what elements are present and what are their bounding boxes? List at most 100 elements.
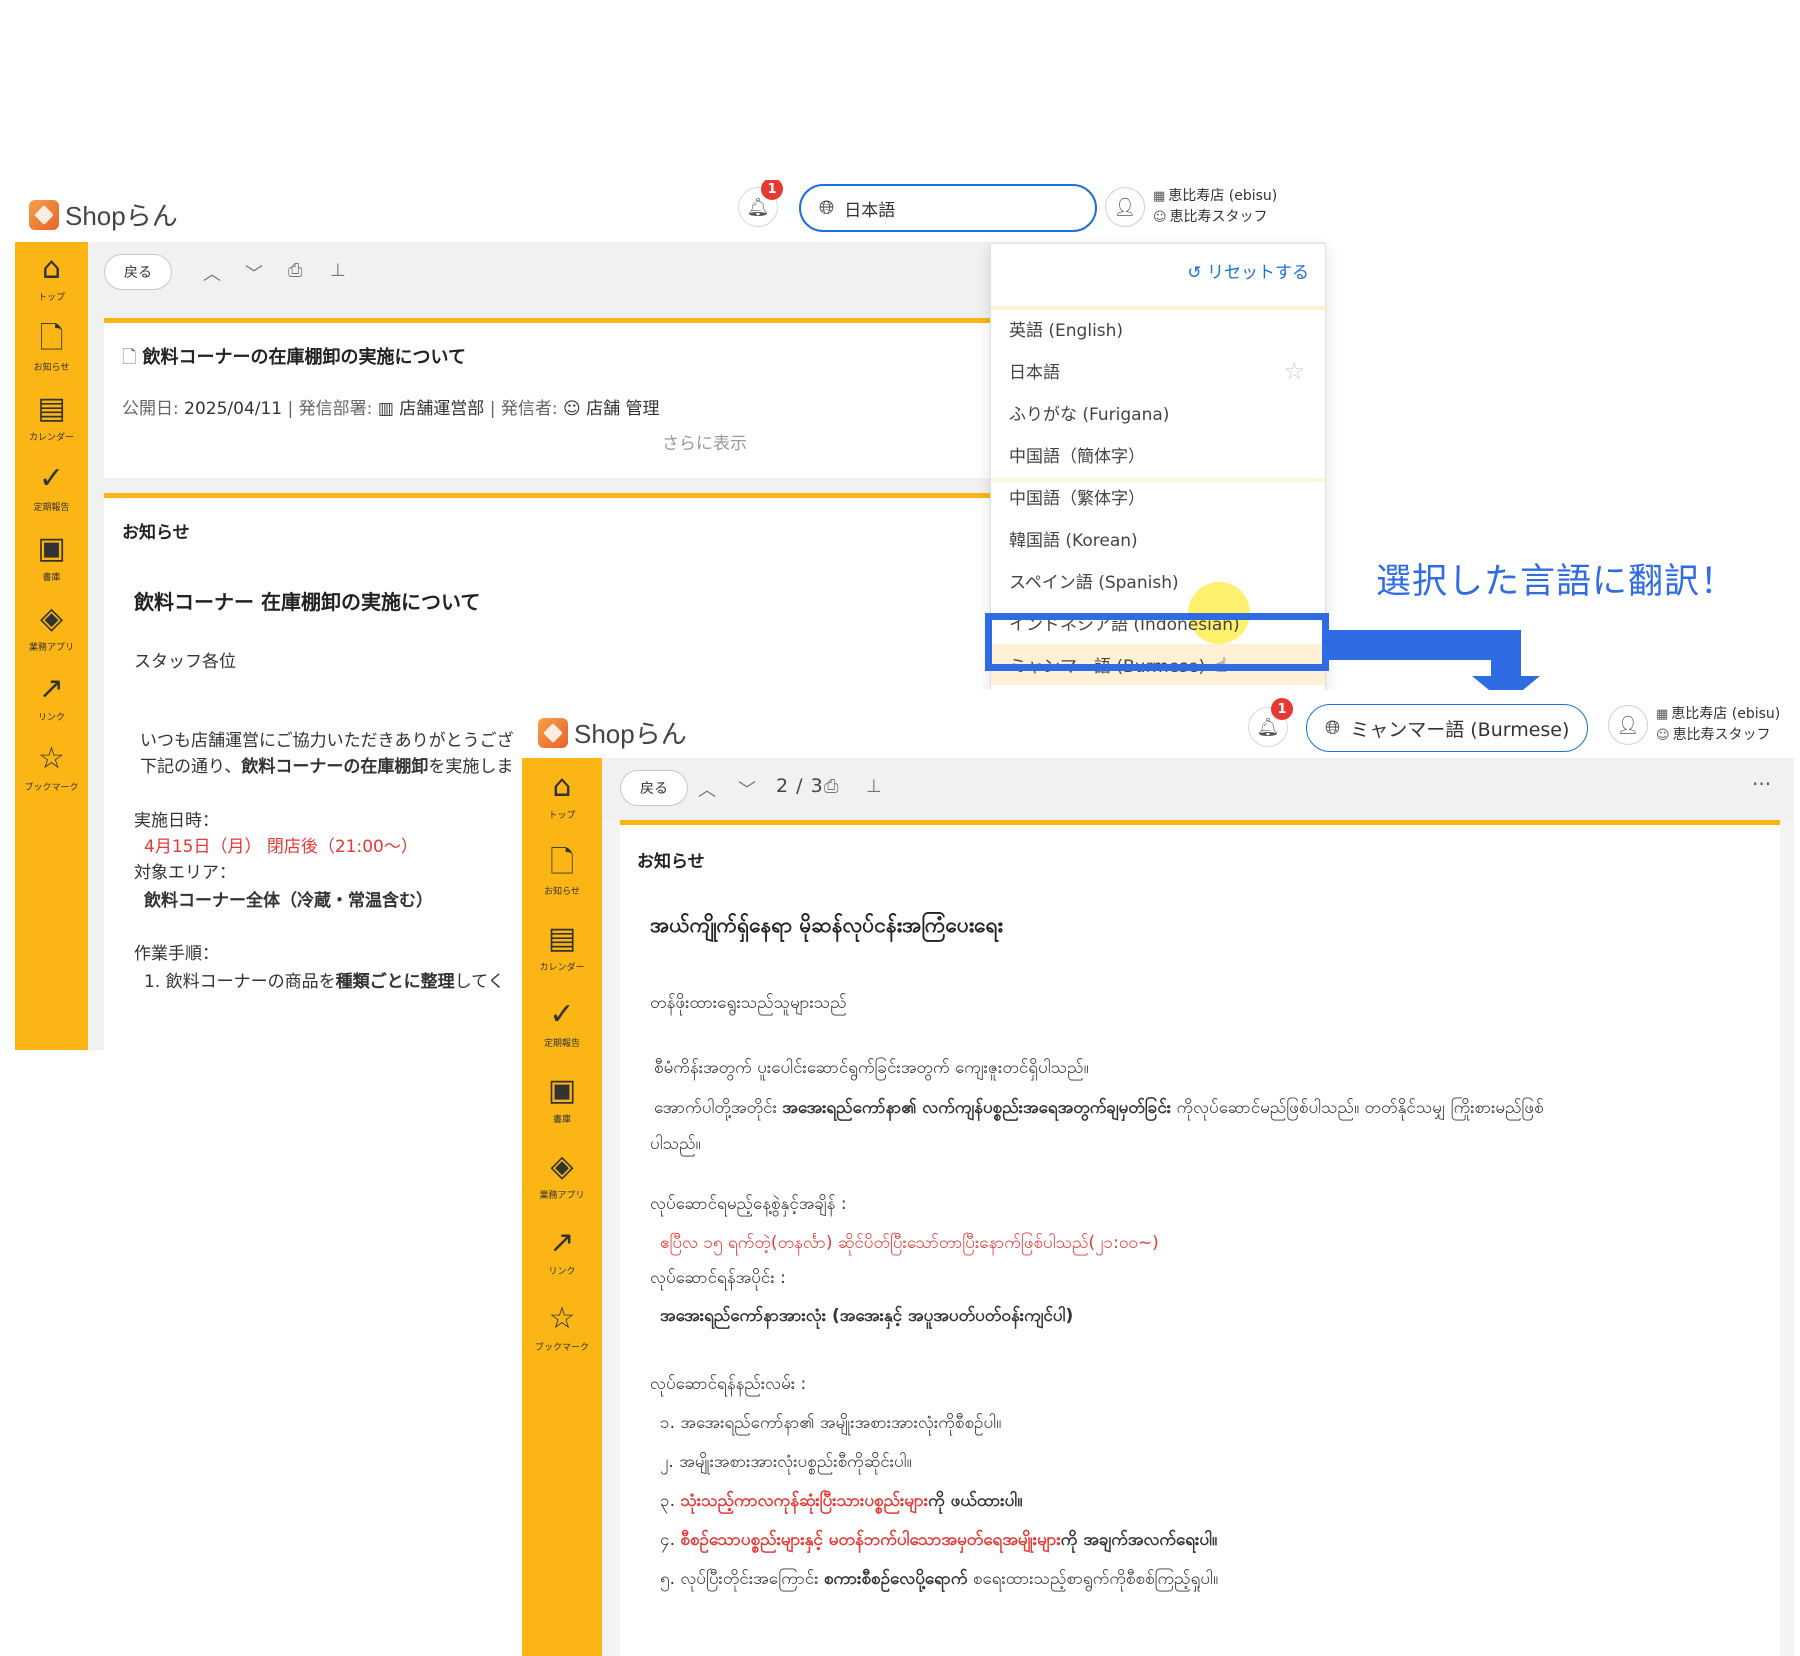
- user-icon: 👤︎: [1608, 705, 1648, 745]
- language-selector[interactable]: 🌐︎ 日本語: [799, 184, 1097, 232]
- section-title: お知らせ: [637, 852, 705, 872]
- lang-option-korean[interactable]: 韓国語 (Korean): [991, 518, 1325, 559]
- building-icon: ▥: [377, 399, 394, 419]
- lang-option-chinese-simplified[interactable]: 中国語（簡体字）: [991, 434, 1325, 475]
- external-link-icon: ↗: [549, 1225, 575, 1260]
- user-info: ▦ 恵比寿店 (ebisu) ☺ 恵比寿スタッフ: [1656, 704, 1780, 746]
- sidebar-item-library[interactable]: ▣ 書庫: [522, 1073, 602, 1126]
- line2-b: အအေးရည်ကော်နာ၏ လက်ကျန်ပစ္စည်းအရေအတွက်ချမ…: [782, 1098, 1172, 1118]
- layers-icon: ◈: [39, 601, 64, 636]
- meta-line: 公開日: 2025/04/11 | 発信部署: ▥ 店舗運営部 | 発信者: ☺…: [122, 399, 660, 419]
- document-icon: 🗋︎: [549, 845, 575, 880]
- lang-option-japanese[interactable]: 日本語: [991, 350, 1325, 391]
- sidebar-item-apps[interactable]: ◈ 業務アプリ: [15, 601, 88, 654]
- screenshot-burmese: Shopらん 🔔︎ 1 🌐︎ ミャンマー語 (Burmese) 👤︎ ▦ 恵比寿店…: [522, 690, 1794, 1656]
- notification-badge: 1: [761, 180, 783, 200]
- sidebar-label: リンク: [37, 713, 65, 723]
- sidebar: ⌂ トップ 🗋︎ お知らせ ▤ カレンダー ✓ 定期報告 ▣ 書庫 ◈ 業務アプリ ↗ リンク…: [522, 758, 602, 1656]
- selection-highlight-frame: [985, 613, 1329, 671]
- calendar-icon: ▤: [37, 391, 66, 426]
- step5-c: စရေးထားသည့်စာရွက်ကိုစီစစ်ကြည့်ရှုပါ။: [967, 1569, 1219, 1589]
- user-name: 恵比寿スタッフ: [1672, 727, 1771, 743]
- section-title: お知らせ: [122, 523, 190, 543]
- notice-heading: 飲料コーナー 在庫棚卸の実施について: [134, 590, 481, 614]
- sidebar-item-report[interactable]: ✓ 定期報告: [15, 462, 88, 514]
- sidebar-item-notice[interactable]: 🗋︎ お知らせ: [522, 845, 602, 898]
- sidebar-label: 定期報告: [33, 503, 70, 513]
- globe-icon: 🌐︎: [819, 197, 835, 219]
- app-logo[interactable]: Shopらん: [29, 196, 178, 233]
- more-icon[interactable]: ···: [1752, 772, 1771, 796]
- area-value: အအေးရည်ကော်နာအားလုံး (အအေးနှင့် အပူအပတ်ပ…: [660, 1306, 1074, 1326]
- reset-button[interactable]: ↺ リセットする: [1187, 258, 1309, 283]
- area-label: 対象エリア：: [134, 863, 236, 883]
- sidebar-label: カレンダー: [539, 963, 585, 973]
- content-area: お知らせ အယ်ကျိုက်ရှ်နေရာ မိုဆန်လုပ်ငန်းအကြံ…: [602, 820, 1794, 1656]
- sidebar-item-top[interactable]: ⌂ トップ: [15, 252, 88, 304]
- app-logo[interactable]: Shopらん: [538, 714, 687, 751]
- doc-title-text: 飲料コーナーの在庫棚卸の実施について: [142, 347, 466, 368]
- sidebar-item-library[interactable]: ▣ 書庫: [15, 532, 88, 584]
- sidebar-item-calendar[interactable]: ▤ カレンダー: [15, 391, 88, 444]
- published-date: 2025/04/11: [184, 399, 283, 419]
- lang-option-furigana[interactable]: ふりがな (Furigana): [991, 392, 1325, 433]
- star-icon: ☆: [548, 1301, 576, 1336]
- language-value: ミャンマー語 (Burmese): [1350, 718, 1570, 741]
- sidebar-label: ブックマーク: [534, 1343, 589, 1353]
- logo-text: Shopらん: [574, 719, 687, 749]
- step4-num: ၄.: [660, 1530, 681, 1550]
- sidebar-item-link[interactable]: ↗ リンク: [522, 1225, 602, 1278]
- store-icon: ▦: [1656, 707, 1669, 722]
- step1-a: 1. 飲料コーナーの商品を: [144, 972, 336, 992]
- sidebar-label: トップ: [37, 293, 65, 303]
- date-value: ဧပြီလ ၁၅ ရက်တဲ့(တနင်္လာ) ဆိုင်ပိတ်ပြီးသေ…: [660, 1233, 1159, 1253]
- steps-label: လုပ်ဆောင်ရန်နည်းလမ်း :: [650, 1374, 807, 1394]
- sidebar-label: リンク: [548, 1267, 576, 1277]
- sidebar-item-notice[interactable]: 🗋︎ お知らせ: [15, 322, 88, 374]
- notification-button[interactable]: 🔔︎ 1: [738, 180, 783, 227]
- back-button[interactable]: 戻る: [620, 770, 688, 806]
- star-icon[interactable]: ☆: [1283, 357, 1305, 385]
- step1-c: してく: [454, 972, 505, 992]
- sidebar-item-bookmark[interactable]: ☆ ブックマーク: [15, 742, 88, 794]
- sidebar-label: 定期報告: [543, 1039, 580, 1049]
- area-value: 飲料コーナー全体（冷蔵・常温含む）: [144, 891, 433, 911]
- lang-option-spanish[interactable]: スペイン語 (Spanish): [991, 560, 1325, 601]
- date-label: လုပ်ဆောင်ရမည့်နေ့စွဲနှင့်အချိန် :: [650, 1194, 847, 1214]
- sender-value: 店舗 管理: [586, 399, 660, 419]
- sidebar-item-bookmark[interactable]: ☆ ブックマーク: [522, 1301, 602, 1354]
- body-line-1: いつも店舗運営にご協力いただきありがとうござ: [140, 731, 514, 751]
- book-icon: ▣: [547, 1073, 577, 1108]
- sidebar-item-top[interactable]: ⌂ トップ: [522, 770, 602, 822]
- external-link-icon: ↗: [38, 671, 65, 706]
- show-more-link[interactable]: さらに表示: [662, 429, 747, 454]
- bell-icon: 🔔︎: [1256, 716, 1280, 738]
- sidebar-item-calendar[interactable]: ▤ カレンダー: [522, 922, 602, 974]
- notification-button[interactable]: 🔔︎ 1: [1248, 698, 1293, 747]
- sidebar: ⌂ トップ 🗋︎ お知らせ ▤ カレンダー ✓ 定期報告 ▣ 書庫 ◈ 業務アプリ ↗ リンク…: [15, 242, 88, 1050]
- pin-icon[interactable]: ⊥: [866, 776, 882, 797]
- step3-a: သုံးသည့်ကာလကုန်ဆုံးပြီးသားပစ္စည်းများ: [680, 1491, 929, 1511]
- pin-icon[interactable]: ⊥: [330, 260, 346, 281]
- sidebar-label: トップ: [548, 811, 576, 821]
- sidebar-item-link[interactable]: ↗ リンク: [15, 671, 88, 724]
- user-menu[interactable]: 👤︎ ▦ 恵比寿店 (ebisu) ☺ 恵比寿スタッフ: [1105, 186, 1277, 228]
- user-menu[interactable]: 👤︎ ▦ 恵比寿店 (ebisu) ☺ 恵比寿スタッフ: [1608, 704, 1780, 746]
- user-icon: 👤︎: [1105, 187, 1145, 227]
- chevron-down-icon[interactable]: ﹀: [738, 776, 756, 802]
- chevron-up-icon[interactable]: ︿: [698, 776, 716, 802]
- back-button[interactable]: 戻る: [104, 254, 172, 290]
- sidebar-item-report[interactable]: ✓ 定期報告: [522, 998, 602, 1050]
- print-icon[interactable]: ⎙: [288, 260, 302, 281]
- language-selector[interactable]: 🌐︎ ミャンマー語 (Burmese): [1306, 704, 1588, 752]
- sidebar-item-apps[interactable]: ◈ 業務アプリ: [522, 1150, 602, 1202]
- sidebar-label: お知らせ: [544, 887, 580, 897]
- chevron-up-icon[interactable]: ︿: [203, 260, 221, 286]
- step-5: ၅. လုပ်ပြီးတိုင်းအကြောင်း စကားစီစဉ်လေပို…: [660, 1566, 1218, 1592]
- line2-c: ကိုလုပ်ဆောင်မည်ဖြစ်ပါသည်။ တတ်နိုင်သမျှ က…: [1171, 1098, 1544, 1118]
- print-icon[interactable]: ⎙: [824, 776, 838, 797]
- lang-option-english[interactable]: 英語 (English): [991, 308, 1325, 349]
- chevron-down-icon[interactable]: ﹀: [245, 260, 263, 286]
- lang-option-chinese-traditional[interactable]: 中国語（繁体字）: [991, 476, 1325, 517]
- lang-option-label: 日本語: [1009, 363, 1060, 383]
